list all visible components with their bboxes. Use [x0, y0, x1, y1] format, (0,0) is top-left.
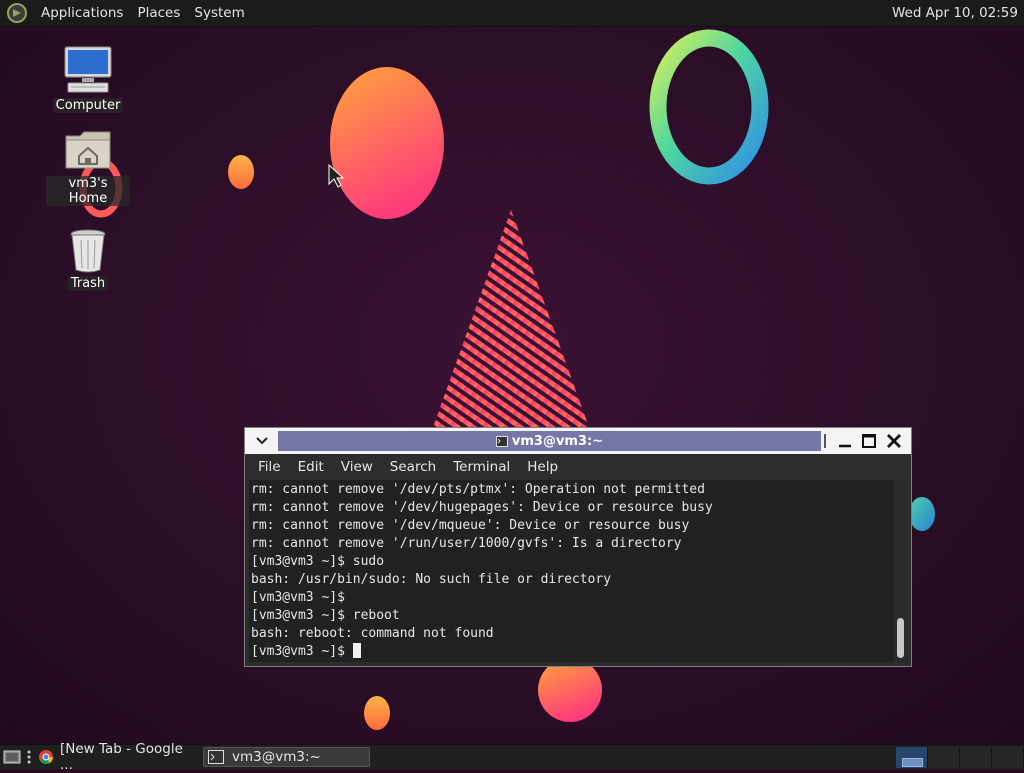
minimize-icon[interactable] — [835, 431, 855, 451]
titlebar-separator — [824, 434, 826, 448]
window-menu-chevron-icon[interactable] — [251, 432, 273, 450]
show-desktop-icon[interactable] — [3, 748, 21, 766]
workspace-window-thumb — [902, 758, 923, 767]
window-titlebar[interactable]: vm3@vm3:~ — [245, 428, 911, 454]
computer-icon — [64, 46, 112, 93]
terminal-line: rm: cannot remove '/dev/mqueue': Device … — [251, 518, 690, 533]
terminal-icon — [208, 750, 224, 764]
menu-view[interactable]: View — [331, 459, 380, 475]
terminal-window[interactable]: vm3@vm3:~ File Edit View Search Terminal… — [244, 427, 912, 667]
terminal-prompt-line[interactable]: [vm3@vm3 ~]$ — [249, 643, 713, 661]
terminal-line: [vm3@vm3 ~]$ — [251, 590, 345, 605]
trash-icon — [70, 229, 106, 273]
terminal-line: rm: cannot remove '/dev/hugepages': Devi… — [251, 500, 713, 515]
places-menu[interactable]: Places — [130, 0, 187, 26]
workspace-4[interactable] — [992, 747, 1024, 768]
desktop-icon-computer[interactable]: Computer — [46, 44, 130, 113]
workspace-2[interactable] — [928, 747, 960, 768]
distro-logo-icon[interactable] — [6, 2, 28, 24]
workspace-1[interactable] — [896, 747, 928, 768]
task-label: [New Tab - Google ... — [59, 741, 183, 773]
scrollbar-thumb[interactable] — [897, 618, 904, 658]
menu-terminal[interactable]: Terminal — [443, 459, 517, 475]
menu-help[interactable]: Help — [517, 459, 565, 475]
chrome-icon — [38, 750, 53, 765]
desktop-icon-label: Trash — [67, 276, 109, 291]
applications-menu[interactable]: Applications — [34, 0, 130, 26]
text-cursor — [352, 643, 361, 658]
panel-clock[interactable]: Wed Apr 10, 02:59 — [892, 0, 1018, 26]
terminal-scrollbar[interactable] — [895, 480, 907, 662]
workspace-3[interactable] — [960, 747, 992, 768]
menu-file[interactable]: File — [248, 459, 288, 475]
close-icon[interactable] — [884, 431, 904, 451]
terminal-menubar: File Edit View Search Terminal Help — [248, 455, 908, 479]
menu-edit[interactable]: Edit — [288, 459, 331, 475]
top-panel: Applications Places System Wed Apr 10, 0… — [0, 0, 1024, 27]
task-label: vm3@vm3:~ — [232, 749, 321, 765]
window-title: vm3@vm3:~ — [511, 433, 604, 449]
maximize-icon[interactable] — [859, 431, 879, 451]
desktop-icon-label: Computer — [52, 98, 124, 113]
home-folder-icon — [65, 131, 111, 169]
terminal-icon — [495, 435, 508, 447]
task-chrome[interactable]: [New Tab - Google ... — [38, 741, 200, 773]
terminal-line: [vm3@vm3 ~]$ reboot — [251, 608, 400, 623]
desktop-icon-trash[interactable]: Trash — [46, 226, 130, 291]
task-terminal[interactable]: vm3@vm3:~ — [203, 747, 370, 767]
terminal-line: rm: cannot remove '/dev/pts/ptmx': Opera… — [251, 482, 705, 497]
terminal-prompt: [vm3@vm3 ~]$ — [251, 644, 353, 659]
panel-handle-icon[interactable] — [26, 748, 32, 766]
terminal-line: rm: cannot remove '/run/user/1000/gvfs':… — [251, 536, 682, 551]
system-menu[interactable]: System — [187, 0, 251, 26]
title-area[interactable]: vm3@vm3:~ — [278, 431, 821, 451]
desktop-icon-label: vm3's Home — [46, 176, 130, 206]
terminal-output[interactable]: rm: cannot remove '/dev/pts/ptmx': Opera… — [249, 480, 894, 662]
terminal-line: [vm3@vm3 ~]$ sudo — [251, 554, 385, 569]
terminal-line: bash: /usr/bin/sudo: No such file or dir… — [251, 572, 612, 587]
menu-search[interactable]: Search — [380, 459, 443, 475]
terminal-line: bash: reboot: command not found — [251, 626, 494, 641]
desktop-icon-home[interactable]: vm3's Home — [46, 126, 130, 206]
bottom-panel: [New Tab - Google ... vm3@vm3:~ — [0, 741, 1024, 773]
